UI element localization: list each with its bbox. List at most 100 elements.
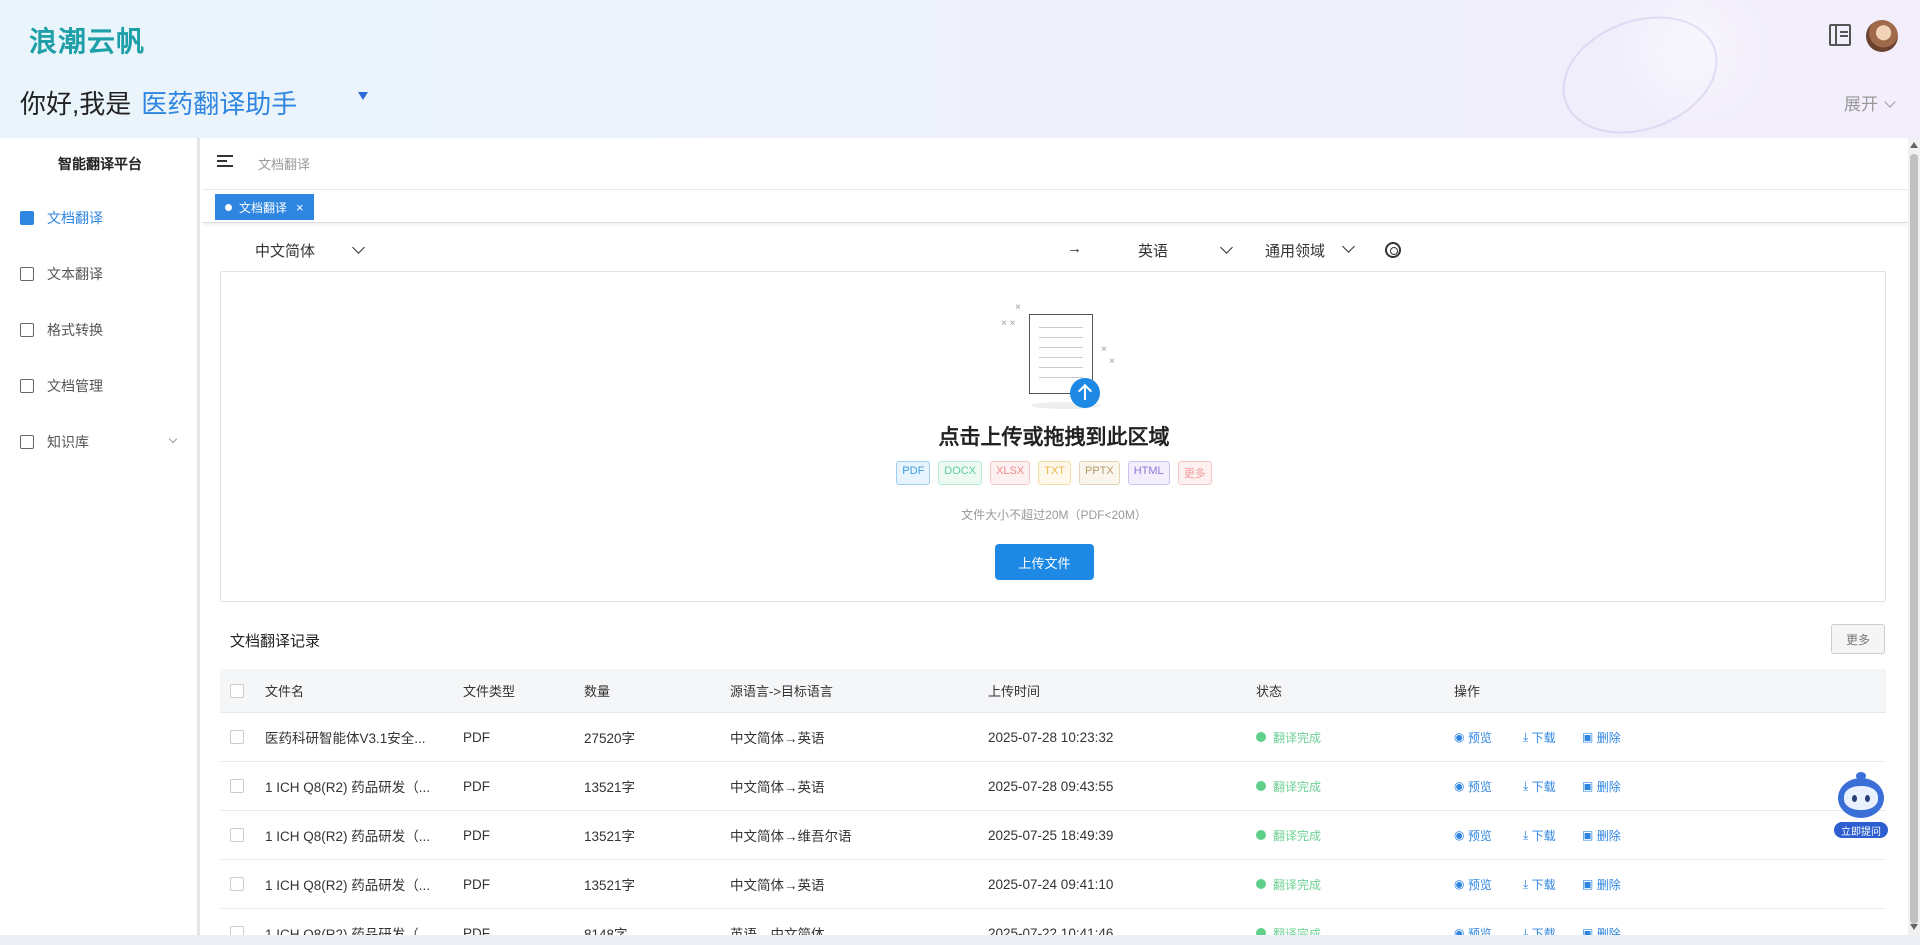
cell-time: 2025-07-25 18:49:39 <box>988 827 1114 843</box>
cell-type: PDF <box>463 876 490 892</box>
delete-button[interactable]: ▣ 删除 <box>1582 811 1621 859</box>
sidebar: 智能翻译平台 文档翻译 文本翻译 格式转换 文档管理 知识库 <box>0 138 200 935</box>
row-checkbox[interactable] <box>230 730 244 744</box>
chevron-down-icon[interactable] <box>1342 240 1355 253</box>
status-dot-icon <box>1256 879 1266 889</box>
preview-button[interactable]: ◉ 预览 <box>1454 860 1492 908</box>
target-language-select[interactable]: 英语 <box>1138 240 1168 261</box>
cell-name: 1 ICH Q8(R2) 药品研发（... <box>265 878 431 893</box>
format-chip: DOCX <box>938 461 983 485</box>
cell-type: PDF <box>463 925 490 936</box>
tab-label: 文档翻译 <box>239 200 288 215</box>
preview-button[interactable]: ◉ 预览 <box>1454 713 1492 761</box>
knowledge-icon <box>20 435 34 449</box>
download-button[interactable]: ⤓ 下载 <box>1523 860 1556 908</box>
preview-label: 预览 <box>1467 828 1492 843</box>
chevron-down-icon[interactable] <box>1220 241 1233 254</box>
row-checkbox[interactable] <box>230 877 244 891</box>
format-chip: PPTX <box>1079 461 1120 485</box>
cell-name: 1 ICH Q8(R2) 药品研发（... <box>265 927 431 935</box>
upload-illustration: × × × × × <box>1001 300 1121 410</box>
table-header: 文件名 文件类型 数量 源语言->目标语言 上传时间 状态 操作 <box>220 669 1886 713</box>
eye-icon: ◉ <box>1454 779 1465 793</box>
status-dot-icon <box>1256 928 1266 935</box>
cell-count: 8148字 <box>584 927 628 935</box>
delete-button[interactable]: ▣ 删除 <box>1582 713 1621 761</box>
preview-button[interactable]: ◉ 预览 <box>1454 909 1492 935</box>
download-button[interactable]: ⤓ 下载 <box>1523 811 1556 859</box>
scrollbar-thumb[interactable] <box>1910 154 1918 924</box>
expand-button[interactable]: 展开 <box>1844 90 1896 115</box>
avatar[interactable] <box>1866 20 1898 52</box>
status-dot-icon <box>1256 830 1266 840</box>
format-chip: HTML <box>1127 461 1170 485</box>
table-row[interactable]: 医药科研智能体V3.1安全... PDF 27520字 中文简体→英语 2025-07-… <box>220 713 1886 762</box>
delete-label: 删除 <box>1596 828 1621 843</box>
sidebar-item-label: 知识库 <box>47 434 89 450</box>
trash-icon: ▣ <box>1582 926 1594 935</box>
download-button[interactable]: ⤓ 下载 <box>1523 909 1556 936</box>
sidebar-item-label: 文档管理 <box>47 378 103 394</box>
upload-dropzone[interactable]: × × × × × 点击上传或拖拽到此区域 PDF DOCX XLSX TXT PPTX… <box>220 271 1886 602</box>
download-label: 下载 <box>1531 926 1556 936</box>
row-checkbox[interactable] <box>230 828 244 842</box>
trash-icon: ▣ <box>1582 828 1594 842</box>
close-icon[interactable]: × <box>296 200 304 215</box>
delete-button[interactable]: ▣ 删除 <box>1582 909 1621 935</box>
chevron-down-icon[interactable] <box>352 241 365 254</box>
table-row[interactable]: 1 ICH Q8(R2) 药品研发（... PDF 13521字 中文简体→英语 202… <box>220 762 1886 811</box>
scrollbar[interactable] <box>1908 138 1920 935</box>
sidebar-item-document-translate[interactable]: 文档翻译 <box>20 206 190 230</box>
source-language-select[interactable]: 中文简体 <box>255 240 315 261</box>
sidebar-item-knowledge[interactable]: 知识库 <box>20 430 190 454</box>
tab-bar: 文档翻译 × <box>203 190 1908 223</box>
scroll-down-icon[interactable] <box>1910 924 1918 930</box>
cell-name: 1 ICH Q8(R2) 药品研发（... <box>265 829 431 844</box>
caret-down-icon[interactable] <box>358 92 368 100</box>
cell-type: PDF <box>463 729 490 745</box>
app-logo[interactable]: 浪潮云帆 <box>29 20 145 60</box>
sidebar-item-text-translate[interactable]: 文本翻译 <box>20 262 190 286</box>
upload-file-button[interactable]: 上传文件 <box>995 544 1094 580</box>
format-chip: TXT <box>1038 461 1071 485</box>
download-icon: ⤓ <box>1523 925 1529 936</box>
cell-time: 2025-07-24 09:41:10 <box>988 876 1114 892</box>
preview-button[interactable]: ◉ 预览 <box>1454 762 1492 810</box>
cell-count: 27520字 <box>584 731 636 746</box>
select-all-checkbox[interactable] <box>230 683 244 698</box>
download-button[interactable]: ⤓ 下载 <box>1523 762 1556 810</box>
eye-icon: ◉ <box>1454 828 1465 842</box>
preview-button[interactable]: ◉ 预览 <box>1454 811 1492 859</box>
table-row[interactable]: 1 ICH Q8(R2) 药品研发（... PDF 8148字 英语→中文简体 2025… <box>220 909 1886 935</box>
column-header: 数量 <box>584 684 611 699</box>
table-row[interactable]: 1 ICH Q8(R2) 药品研发（... PDF 13521字 中文简体→英语 202… <box>220 860 1886 909</box>
notebook-icon[interactable] <box>1829 24 1851 46</box>
breadcrumb: 文档翻译 <box>258 157 311 172</box>
more-button[interactable]: 更多 <box>1831 624 1885 654</box>
row-checkbox[interactable] <box>230 779 244 793</box>
doc-manage-icon <box>20 379 34 393</box>
main-content: 文档翻译 文档翻译 × 中文简体 → 英语 通用领域 × × × × × 点击上 <box>203 138 1908 935</box>
download-button[interactable]: ⤓ 下载 <box>1523 713 1556 761</box>
status-dot-icon <box>1256 781 1266 791</box>
greeting: 你好,我是 医药翻译助手 <box>20 84 297 121</box>
sidebar-item-label: 文本翻译 <box>47 266 103 282</box>
scroll-up-icon[interactable] <box>1910 142 1918 148</box>
trash-icon: ▣ <box>1582 877 1594 891</box>
menu-fold-icon[interactable] <box>217 155 233 168</box>
delete-button[interactable]: ▣ 删除 <box>1582 860 1621 908</box>
sidebar-item-format-convert[interactable]: 格式转换 <box>20 318 190 342</box>
expand-label: 展开 <box>1844 95 1878 114</box>
ai-assistant-floating-button[interactable]: 立即提问 <box>1832 768 1890 840</box>
tab-document-translate[interactable]: 文档翻译 × <box>215 194 314 220</box>
assistant-name[interactable]: 医药翻译助手 <box>141 89 297 119</box>
gear-icon[interactable] <box>1385 242 1401 258</box>
column-header: 文件名 <box>265 684 305 699</box>
trash-icon: ▣ <box>1582 779 1594 793</box>
sidebar-item-document-manage[interactable]: 文档管理 <box>20 374 190 398</box>
delete-button[interactable]: ▣ 删除 <box>1582 762 1621 810</box>
status-text: 翻译完成 <box>1273 828 1322 843</box>
table-row[interactable]: 1 ICH Q8(R2) 药品研发（... PDF 13521字 中文简体→维吾尔语 2… <box>220 811 1886 860</box>
row-checkbox[interactable] <box>230 926 244 935</box>
domain-select[interactable]: 通用领域 <box>1265 240 1325 261</box>
